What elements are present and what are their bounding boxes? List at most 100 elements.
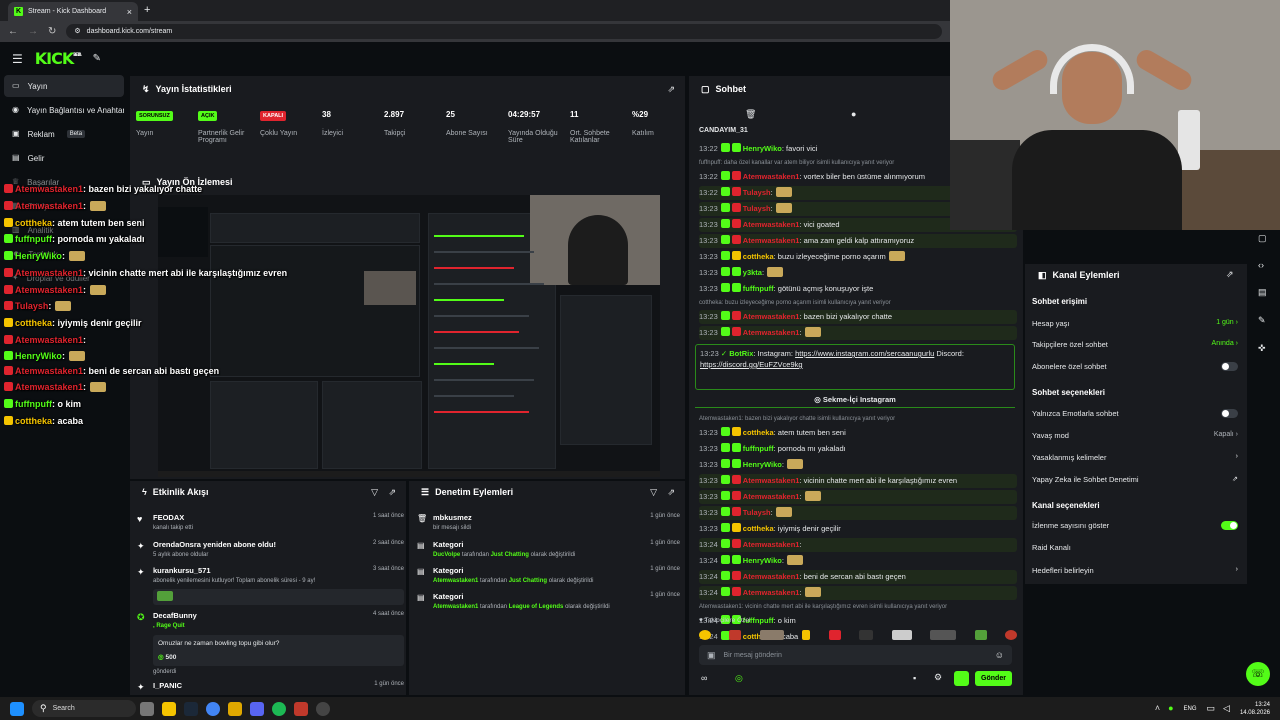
volume-icon[interactable]: ◁	[1223, 704, 1230, 713]
chat-username[interactable]: Atemwastaken1	[743, 312, 800, 321]
chat-username[interactable]: Atemwastaken1	[743, 492, 800, 501]
chat-username[interactable]: Tulaysh	[743, 508, 771, 517]
chat-username[interactable]: cottheka	[743, 428, 774, 437]
kick-logo[interactable]: KICKBETA	[35, 49, 82, 68]
sidebar-item-stream-key[interactable]: ◉ Yayın Bağlantısı ve Anahtar	[4, 99, 124, 121]
emote-icon[interactable]	[974, 630, 987, 640]
chat-username[interactable]: HenryWiko	[743, 460, 782, 469]
chat-username[interactable]: Atemwastaken1	[743, 476, 800, 485]
bot-username[interactable]: BotRix	[729, 349, 753, 358]
emoji-icon[interactable]: ☺	[995, 650, 1004, 660]
emote-icon[interactable]	[930, 630, 957, 640]
filter-icon[interactable]: ▽	[371, 488, 378, 497]
emote-icon[interactable]	[699, 630, 711, 640]
file-explorer-icon[interactable]	[162, 701, 176, 716]
emote-only-toggle[interactable]	[1221, 409, 1238, 418]
chrome-icon[interactable]	[206, 701, 220, 716]
chat-username[interactable]: HenryWiko	[743, 144, 782, 153]
bot-message[interactable]: 13:23 ✓ BotRix: Instagram: https://www.i…	[695, 344, 1015, 390]
popout-icon[interactable]: ⇗	[1226, 270, 1234, 279]
instagram-link[interactable]: https://www.instagram.com/sercaanugurlu	[795, 349, 934, 358]
windows-start-icon[interactable]	[10, 701, 24, 716]
chat-message[interactable]: 13:24 Atemwastaken1:	[699, 586, 1017, 600]
chat-username[interactable]: fuffnpuff	[743, 284, 774, 293]
chat-username[interactable]: Atemwastaken1	[743, 572, 800, 581]
chat-username[interactable]: Atemwastaken1	[743, 588, 800, 597]
chat-message[interactable]: 13:24 HenryWiko:	[699, 554, 1017, 568]
raid-setting[interactable]: Raid Kanalı	[1032, 543, 1240, 555]
chat-username[interactable]: y3kta	[743, 268, 762, 277]
chat-bubble-icon[interactable]: ▪	[913, 674, 916, 683]
popout-icon[interactable]: ⇗	[667, 85, 675, 94]
chat-message[interactable]: 13:23 fuffnpuff: pornoda mı yakaladı	[699, 442, 1017, 456]
chat-message[interactable]: 13:23 Atemwastaken1: bazen bizi yakalıyor…	[699, 310, 1017, 324]
reload-icon[interactable]: ↻	[48, 26, 56, 37]
chat-message[interactable]: 13:23 cottheka: buzu izleyeceğime porno a…	[699, 250, 1017, 264]
browser-tab[interactable]: K Stream - Kick Dashboard ×	[8, 2, 138, 21]
send-button[interactable]: Gönder	[975, 671, 1012, 686]
obs-icon[interactable]	[316, 701, 330, 716]
chat-username[interactable]: Tulaysh	[743, 188, 771, 197]
emote-icon[interactable]	[802, 630, 811, 640]
keyboard-language[interactable]: ENG	[1184, 706, 1197, 712]
steam-icon[interactable]	[184, 701, 198, 716]
filter-icon[interactable]: ▽	[650, 488, 657, 497]
slow-mode-setting[interactable]: Yavaş mod Kapalı ›	[1032, 431, 1240, 443]
emote-icon[interactable]	[828, 630, 841, 640]
chat-message[interactable]: 13:23 Tulaysh:	[699, 506, 1017, 520]
network-icon[interactable]: ▭	[1207, 704, 1216, 713]
gear-icon[interactable]: ⚙	[934, 673, 942, 682]
spotify-icon[interactable]	[272, 701, 286, 716]
chat-username[interactable]: fuffnpuff	[743, 444, 774, 453]
chat-message[interactable]: 13:24 Atemwastaken1:	[699, 538, 1017, 552]
chat-username[interactable]: Atemwastaken1	[743, 220, 800, 229]
folder-icon[interactable]	[228, 701, 242, 716]
emote-icon[interactable]	[859, 630, 874, 640]
instagram-embed-button[interactable]: ◎ Sekme-İçi Instagram	[695, 392, 1015, 408]
emote-icon[interactable]	[1004, 630, 1017, 640]
popout-icon[interactable]: ⇗	[667, 488, 675, 497]
new-tab-button[interactable]: +	[144, 4, 150, 16]
chat-username[interactable]: Atemwastaken1	[743, 236, 800, 245]
chat-message[interactable]: 13:23 Atemwastaken1: vicinin chatte mert …	[699, 474, 1017, 488]
chat-message[interactable]: 13:23 Atemwastaken1: ama zam geldi kalp a…	[699, 234, 1017, 248]
chat-settings-icon[interactable]: ●	[851, 110, 856, 119]
site-info-icon[interactable]: ⚙	[74, 28, 80, 35]
app-icon[interactable]	[294, 701, 308, 716]
code-rail-icon[interactable]: ‹›	[1258, 261, 1264, 270]
back-icon[interactable]: ←	[8, 26, 18, 37]
emote-icon[interactable]	[729, 630, 742, 640]
chat-username[interactable]: cottheka	[743, 524, 774, 533]
kick-coin-icon[interactable]: ◎	[735, 674, 743, 683]
trash-icon[interactable]: 🗑	[745, 110, 756, 119]
task-view-icon[interactable]	[140, 701, 154, 716]
emote-icon[interactable]	[759, 630, 784, 640]
microphone-icon[interactable]: ●	[1168, 704, 1173, 713]
puzzle-rail-icon[interactable]: ✜	[1258, 344, 1266, 353]
chat-message[interactable]: 13:23 Atemwastaken1:	[699, 326, 1017, 340]
chat-input[interactable]: ▣ Bir mesaj gönderin ☺	[699, 645, 1012, 665]
discord-link[interactable]: https://discord.gg/EuFZVce9kg	[700, 360, 803, 369]
wrench-rail-icon[interactable]: ✎	[1258, 316, 1266, 325]
link-icon[interactable]: ∞	[701, 674, 707, 683]
emote-icon[interactable]	[891, 630, 912, 640]
discord-icon[interactable]	[250, 701, 264, 716]
chat-message[interactable]: 13:23 cottheka: atem tutem ben seni	[699, 426, 1017, 440]
sidebar-item-yayin[interactable]: ▭ Yayın	[4, 75, 124, 97]
server-rail-icon[interactable]: ▤	[1258, 288, 1267, 297]
account-age-setting[interactable]: Hesap yaşı 1 gün ›	[1032, 319, 1240, 331]
chat-rail-icon[interactable]: ▢	[1258, 234, 1267, 243]
banned-words-setting[interactable]: Yasaklanmış kelimeler ›	[1032, 453, 1240, 465]
sidebar-item-gelir[interactable]: ▤ Gelir	[4, 147, 124, 169]
chat-username[interactable]: HenryWiko	[743, 556, 782, 565]
menu-icon[interactable]: ☰	[12, 53, 23, 65]
chat-message[interactable]: 13:23 y3kta:	[699, 266, 1017, 280]
pin-icon[interactable]: ✎	[93, 53, 101, 64]
chat-username[interactable]: Atemwastaken1	[743, 540, 800, 549]
show-viewers-toggle[interactable]	[1221, 521, 1238, 530]
chat-message[interactable]: 13:23 fuffnpuff: götünü açmış konuşuyor i…	[699, 282, 1017, 296]
chat-username[interactable]: cottheka	[743, 252, 774, 261]
popout-icon[interactable]: ⇗	[388, 488, 396, 497]
taskbar-search[interactable]: ⚲ Search	[32, 700, 136, 717]
address-bar[interactable]: ⚙ dashboard.kick.com/stream	[66, 24, 942, 39]
